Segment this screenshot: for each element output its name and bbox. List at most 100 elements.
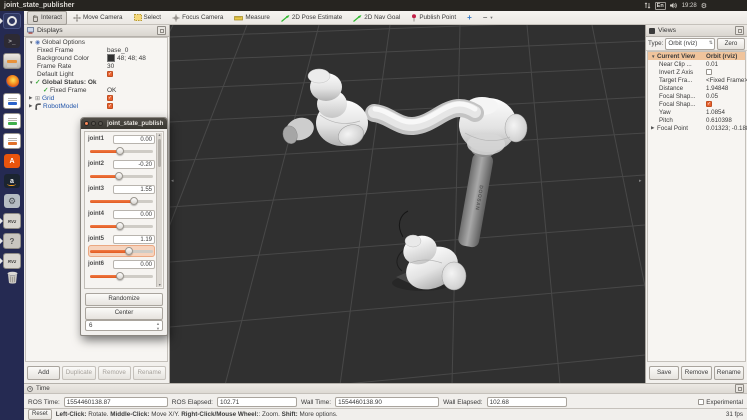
joint-state-publisher-dialog[interactable]: joint_state_publish joint10.00 joint2-0.… <box>80 117 168 336</box>
tree-row-distance[interactable]: Distance 1.94848 <box>648 84 745 92</box>
tool-focus-camera[interactable]: Focus Camera <box>167 11 228 25</box>
tree-row-yaw[interactable]: Yaw 1.0854 <box>648 108 745 116</box>
close-icon[interactable] <box>84 121 89 126</box>
joint-slider[interactable] <box>88 270 155 282</box>
displays-panel-header[interactable]: Displays <box>24 25 169 37</box>
tree-row-fixed-frame[interactable]: Fixed Frame base_0 <box>26 46 167 54</box>
session-gear-icon[interactable]: ⚙ <box>701 2 707 10</box>
tree-row-grid[interactable]: ▶ ⊞ Grid <box>26 94 167 102</box>
yaw-value[interactable]: 1.0854 <box>706 109 725 116</box>
frame-rate-value[interactable]: 30 <box>107 63 114 70</box>
fixed-frame-value[interactable]: base_0 <box>107 47 128 54</box>
launcher-item-unknown[interactable]: ? <box>0 231 24 251</box>
background-color-value[interactable]: 48; 48; 48 <box>117 55 146 62</box>
panel-float-button[interactable] <box>157 26 166 35</box>
near-clip-value[interactable]: 0.01 <box>706 61 718 68</box>
focal-shape-size-value[interactable]: 0.05 <box>706 93 718 100</box>
ros-time-field[interactable]: 1554460138.87 <box>64 397 168 407</box>
joint-slider[interactable] <box>88 170 155 182</box>
invert-z-checkbox[interactable] <box>706 69 712 75</box>
tool-move-camera[interactable]: Move Camera <box>68 11 128 25</box>
tree-row-default-light[interactable]: Default Light <box>26 70 167 78</box>
tool-2d-nav-goal[interactable]: 2D Nav Goal <box>348 11 405 25</box>
tool-measure[interactable]: Measure <box>229 11 275 25</box>
default-light-checkbox[interactable] <box>107 71 113 77</box>
remove-tool-button[interactable]: −▼ <box>478 11 499 25</box>
launcher-item-impress[interactable] <box>0 131 24 151</box>
tree-row-current-view[interactable]: ▼ Current View Orbit (rviz) <box>648 52 745 60</box>
joint-slider[interactable] <box>88 220 155 232</box>
robot-model-enabled-checkbox[interactable] <box>107 103 113 109</box>
tree-row-pitch[interactable]: Pitch 0.610398 <box>648 116 745 124</box>
ros-elapsed-field[interactable]: 102.71 <box>217 397 297 407</box>
view-type-combo[interactable]: Orbit (rviz)⇅ <box>665 38 715 50</box>
slider-handle[interactable] <box>116 147 124 155</box>
maximize-icon[interactable] <box>98 121 103 126</box>
wall-time-field[interactable]: 1554460138.90 <box>335 397 439 407</box>
joint-slider[interactable] <box>88 195 155 207</box>
focal-shape-checkbox[interactable] <box>706 101 712 107</box>
clock[interactable]: 19:28 <box>682 3 697 9</box>
experimental-checkbox[interactable] <box>698 399 704 405</box>
wall-elapsed-field[interactable]: 102.68 <box>487 397 567 407</box>
tree-row-focal-shape-size[interactable]: Focal Shap... 0.05 <box>648 92 745 100</box>
launcher-item-rviz-1[interactable]: RVz <box>0 211 24 231</box>
remove-view-button[interactable]: Remove <box>681 366 711 380</box>
tree-row-near-clip[interactable]: Near Clip ... 0.01 <box>648 60 745 68</box>
joint-value-field[interactable]: 1.55 <box>113 185 155 194</box>
joint-value-field[interactable]: 0.00 <box>113 135 155 144</box>
rename-view-button[interactable]: Rename <box>714 366 744 380</box>
launcher-item-trash[interactable] <box>0 267 24 287</box>
tree-row-invert-z[interactable]: Invert Z Axis <box>648 68 745 76</box>
focal-point-value[interactable]: 0.01323; -0.1880... <box>706 125 747 132</box>
volume-icon[interactable] <box>670 2 678 9</box>
zero-button[interactable]: Zero <box>717 38 745 50</box>
joint-count-spinbox[interactable]: 6▲▼ <box>85 320 163 331</box>
panel-float-button[interactable] <box>735 26 744 35</box>
slider-handle[interactable] <box>115 172 123 180</box>
launcher-item-software[interactable]: A <box>0 151 24 171</box>
tree-row-focal-shape-fixed[interactable]: Focal Shap... <box>648 100 745 108</box>
save-view-button[interactable]: Save <box>649 366 679 380</box>
tool-interact[interactable]: Interact <box>27 11 67 25</box>
joint-value-field[interactable]: 1.19 <box>113 235 155 244</box>
launcher-item-rviz-app[interactable] <box>0 11 24 31</box>
slider-handle[interactable] <box>130 197 138 205</box>
target-frame-value[interactable]: <Fixed Frame> <box>706 77 747 84</box>
launcher-item-settings[interactable]: ⚙ <box>0 191 24 211</box>
tree-row-global-status[interactable]: ▼ ✓ Global Status: Ok <box>26 78 167 86</box>
render-viewport-3d[interactable]: DOOSAN <box>170 25 645 383</box>
splitter-handle-left[interactable]: ◂ <box>171 178 174 184</box>
splitter-handle-right[interactable]: ▸ <box>639 178 642 184</box>
slider-handle[interactable] <box>125 247 133 255</box>
combo-spinner-icon[interactable]: ⇅ <box>709 39 713 48</box>
joint-value-field[interactable]: -0.20 <box>113 160 155 169</box>
tree-row-background-color[interactable]: Background Color 48; 48; 48 <box>26 54 167 62</box>
keyboard-layout-indicator[interactable]: En <box>655 2 666 10</box>
add-display-button[interactable]: Add <box>27 366 60 380</box>
tool-publish-point[interactable]: Publish Point <box>406 11 461 25</box>
launcher-item-writer[interactable] <box>0 91 24 111</box>
dialog-scrollbar[interactable]: ▲▼ <box>156 133 162 287</box>
remove-display-button[interactable]: Remove <box>98 366 131 380</box>
launcher-item-amazon[interactable]: a <box>0 171 24 191</box>
add-tool-button[interactable]: + <box>462 11 477 25</box>
views-panel-header[interactable]: Views <box>646 25 747 37</box>
grid-enabled-checkbox[interactable] <box>107 95 113 101</box>
joint-slider-active[interactable] <box>88 245 155 257</box>
panel-float-button[interactable] <box>735 384 744 393</box>
tree-row-target-frame[interactable]: Target Fra... <Fixed Frame> <box>648 76 745 84</box>
experimental-toggle[interactable]: Experimental <box>698 399 743 406</box>
randomize-button[interactable]: Randomize <box>85 293 163 306</box>
time-panel-header[interactable]: Time <box>24 384 747 394</box>
rename-display-button[interactable]: Rename <box>133 366 166 380</box>
launcher-item-calc[interactable] <box>0 111 24 131</box>
joint-value-field[interactable]: 0.00 <box>113 210 155 219</box>
launcher-item-firefox[interactable] <box>0 71 24 91</box>
pitch-value[interactable]: 0.610398 <box>706 117 732 124</box>
tree-row-fixed-frame-status[interactable]: ✓ Fixed Frame OK <box>26 86 167 94</box>
launcher-item-files[interactable] <box>0 51 24 71</box>
dialog-titlebar[interactable]: joint_state_publish <box>81 118 167 129</box>
slider-handle[interactable] <box>116 272 124 280</box>
tree-row-robot-model[interactable]: ▶ RobotModel <box>26 102 167 110</box>
